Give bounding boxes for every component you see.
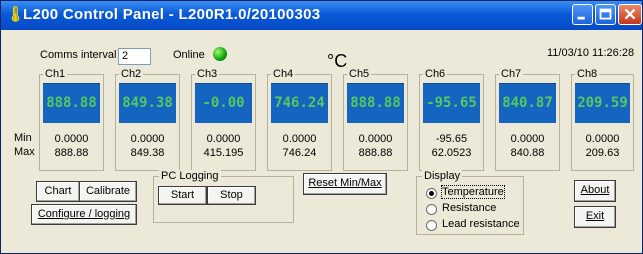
channel-min-value: 0.0000 <box>206 133 241 145</box>
online-label: Online <box>173 49 205 61</box>
reset-min-max-button[interactable]: Reset Min/Max <box>303 173 387 195</box>
lead-resistance-option-label[interactable]: Lead resistance <box>442 218 520 230</box>
comms-interval-input[interactable]: 2 <box>118 48 151 65</box>
channel-title: Ch3 <box>195 68 220 80</box>
reset-min-max-label: Reset Min/Max <box>308 177 382 189</box>
channel-max-value: 840.88 <box>510 147 545 159</box>
channel-min-value: 0.0000 <box>358 133 393 145</box>
channel-max-value: 849.38 <box>130 147 165 159</box>
channel-title: Ch4 <box>271 68 296 80</box>
temperature-option-label[interactable]: Temperature <box>441 185 505 199</box>
channel-reading: -0.00 <box>195 83 252 123</box>
exit-label: Exit <box>585 210 605 222</box>
temperature-unit: °C <box>327 51 348 71</box>
channel-box-1: Ch1 888.88 0.0000 888.88 <box>39 68 104 171</box>
channel-title: Ch5 <box>347 68 372 80</box>
minimize-button[interactable] <box>572 4 593 25</box>
configure-logging-button[interactable]: Configure / logging <box>31 204 137 225</box>
channel-title: Ch7 <box>499 68 524 80</box>
exit-button[interactable]: Exit <box>574 206 616 228</box>
channel-min-value: 0.0000 <box>130 133 165 145</box>
channel-box-7: Ch7 840.87 0.0000 840.88 <box>495 68 560 171</box>
channel-box-6: Ch6 -95.65 -95.65 62.0523 <box>419 68 484 171</box>
calibrate-button[interactable]: Calibrate <box>79 181 137 202</box>
channel-reading: 209.59 <box>575 83 630 123</box>
display-group: Display Temperature Resistance Lead resi… <box>416 170 524 235</box>
channel-min-value: 0.0000 <box>510 133 545 145</box>
channel-box-4: Ch4 746.24 0.0000 746.24 <box>267 68 332 171</box>
channel-box-8: Ch8 209.59 0.0000 209.63 <box>571 68 634 171</box>
minimize-icon <box>577 16 585 20</box>
channel-title: Ch2 <box>119 68 144 80</box>
channel-title: Ch1 <box>43 68 68 80</box>
chart-button[interactable]: Chart <box>36 181 80 202</box>
channel-max-value: 209.63 <box>585 147 620 159</box>
temperature-radio[interactable] <box>426 188 437 199</box>
date-time: 11/03/10 11:26:28 <box>547 47 635 59</box>
stop-logging-button[interactable]: Stop <box>207 186 256 205</box>
channel-reading: 888.88 <box>43 83 100 123</box>
channel-min-value: -95.65 <box>435 133 468 145</box>
start-logging-button[interactable]: Start <box>158 186 207 205</box>
channel-reading: 746.24 <box>271 83 328 123</box>
resistance-option-label[interactable]: Resistance <box>442 202 496 214</box>
channel-reading: -95.65 <box>423 83 480 123</box>
about-button[interactable]: About <box>574 180 616 202</box>
channel-max-value: 62.0523 <box>431 147 472 159</box>
pc-logging-title: PC Logging <box>159 170 221 182</box>
channel-max-value: 888.88 <box>54 147 89 159</box>
online-status-led <box>213 47 227 61</box>
channel-max-value: 415.195 <box>203 147 244 159</box>
thermometer-app-icon: 🌡 <box>6 6 26 23</box>
channel-min-value: 0.0000 <box>282 133 317 145</box>
channel-min-value: 0.0000 <box>54 133 89 145</box>
min-row-label: Min <box>14 132 32 144</box>
channel-box-3: Ch3 -0.00 0.0000 415.195 <box>191 68 256 171</box>
channel-box-5: Ch5 888.88 0.0000 888.88 <box>343 68 408 171</box>
main-window: 🌡 L200 Control Panel - L200R1.0/20100303… <box>0 0 643 254</box>
max-row-label: Max <box>14 146 35 158</box>
channel-reading: 849.38 <box>119 83 176 123</box>
resistance-radio[interactable] <box>426 204 437 215</box>
channel-title: Ch6 <box>423 68 448 80</box>
channel-max-value: 888.88 <box>358 147 393 159</box>
comms-interval-label: Comms interval <box>40 49 117 61</box>
channel-box-2: Ch2 849.38 0.0000 849.38 <box>115 68 180 171</box>
title-bar[interactable]: 🌡 L200 Control Panel - L200R1.0/20100303 <box>1 1 642 30</box>
channel-reading: 888.88 <box>347 83 404 123</box>
maximize-button[interactable] <box>595 4 616 25</box>
pc-logging-group: PC Logging Start Stop <box>153 170 294 223</box>
close-icon <box>624 8 636 20</box>
channel-max-value: 746.24 <box>282 147 317 159</box>
channel-reading: 840.87 <box>499 83 556 123</box>
lead-resistance-radio[interactable] <box>426 220 437 231</box>
channel-title: Ch8 <box>575 68 600 80</box>
close-button[interactable] <box>618 4 642 25</box>
window-title: L200 Control Panel - L200R1.0/20100303 <box>23 6 321 23</box>
channel-min-value: 0.0000 <box>585 133 620 145</box>
configure-logging-label: Configure / logging <box>37 208 131 220</box>
maximize-icon <box>599 8 612 20</box>
about-label: About <box>580 184 610 196</box>
display-title: Display <box>422 170 463 182</box>
